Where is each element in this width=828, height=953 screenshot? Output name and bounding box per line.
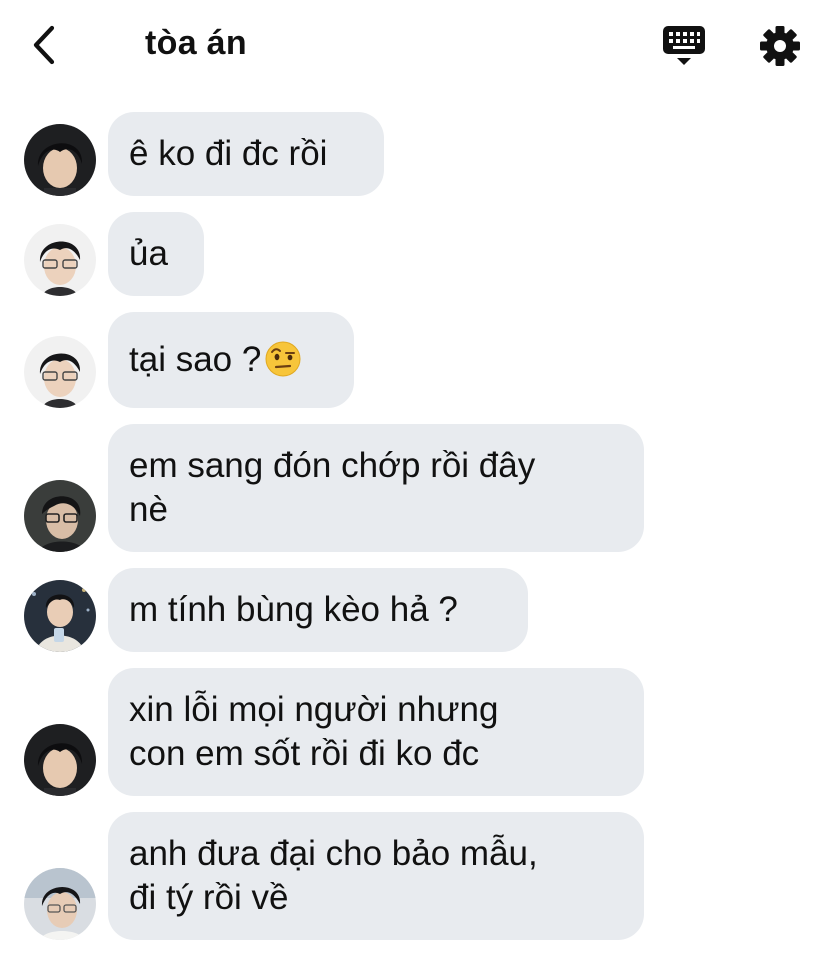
message-text: tại sao ?: [129, 340, 262, 379]
settings-button[interactable]: [756, 22, 804, 70]
chat-header: tòa án: [0, 0, 828, 92]
back-button[interactable]: [26, 22, 66, 68]
avatar[interactable]: [24, 124, 96, 196]
avatar[interactable]: [24, 724, 96, 796]
avatar[interactable]: [24, 224, 96, 296]
avatar[interactable]: [24, 336, 96, 408]
avatar[interactable]: [24, 580, 96, 652]
message-bubble[interactable]: anh đưa đại cho bảo mẫu, đi tý rồi về: [108, 812, 644, 940]
chat-title: tòa án: [145, 24, 247, 62]
message-bubble[interactable]: m tính bùng kèo hả ?: [108, 568, 528, 652]
face-with-raised-eyebrow-icon: [265, 341, 301, 377]
keyboard-button[interactable]: [662, 24, 708, 70]
gear-icon: [760, 26, 800, 66]
keyboard-icon: [663, 26, 705, 65]
avatar[interactable]: [24, 868, 96, 940]
avatar[interactable]: [24, 480, 96, 552]
message-bubble[interactable]: ê ko đi đc rồi: [108, 112, 384, 196]
chevron-left-icon: [33, 25, 55, 65]
message-bubble[interactable]: xin lỗi mọi người nhưng con em sốt rồi đ…: [108, 668, 644, 796]
message-bubble[interactable]: ủa: [108, 212, 204, 296]
message-bubble[interactable]: tại sao ?: [108, 312, 354, 408]
message-bubble[interactable]: em sang đón chớp rồi đây nè: [108, 424, 644, 552]
